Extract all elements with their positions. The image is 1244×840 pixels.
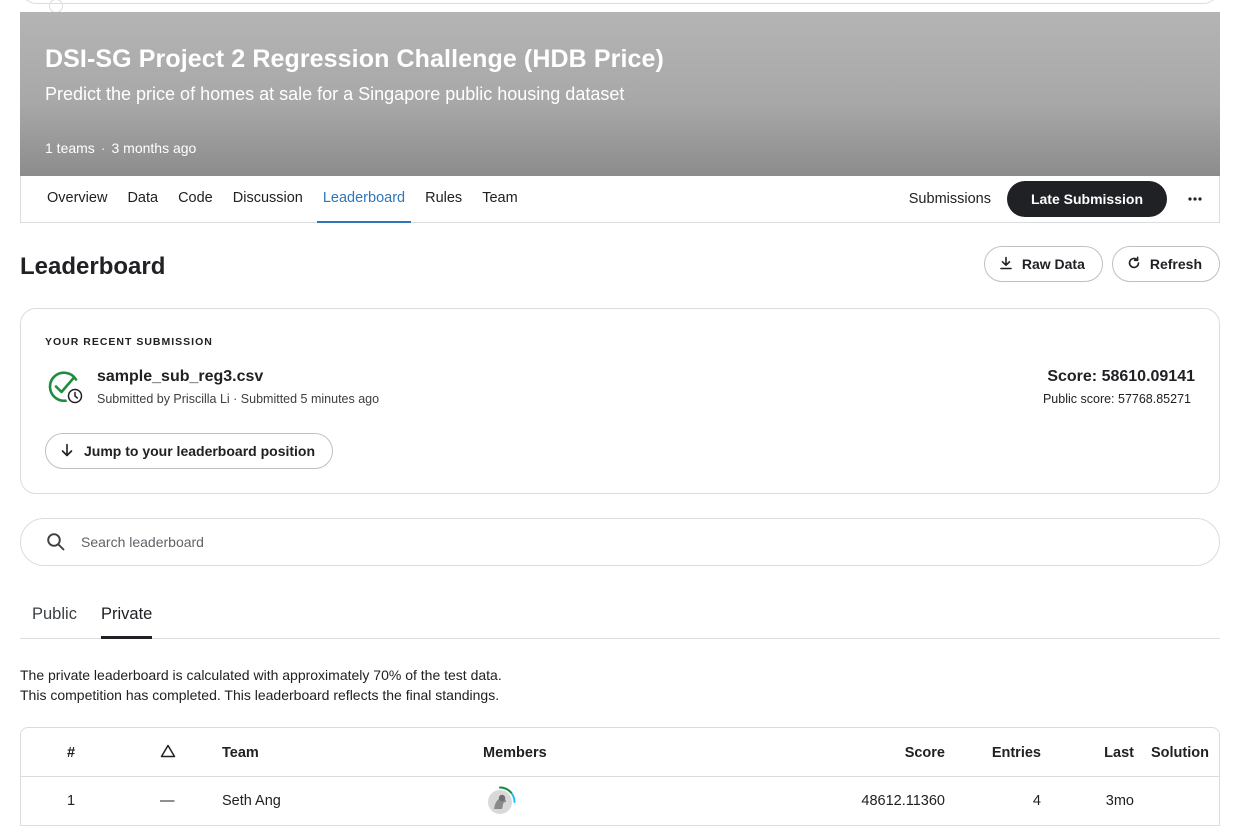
row-team[interactable]: Seth Ang bbox=[222, 793, 281, 809]
recent-submission-label: YOUR RECENT SUBMISSION bbox=[45, 336, 213, 348]
refresh-icon bbox=[1127, 256, 1141, 273]
triangle-icon bbox=[160, 744, 176, 758]
refresh-label: Refresh bbox=[1149, 256, 1202, 272]
meta-separator: · bbox=[100, 140, 106, 156]
arrow-down-icon bbox=[60, 443, 74, 460]
more-horizontal-icon[interactable] bbox=[1183, 187, 1207, 211]
top-search-bar[interactable] bbox=[20, 0, 1220, 13]
row-rank: 1 bbox=[67, 793, 76, 809]
raw-data-button[interactable]: Raw Data bbox=[983, 246, 1103, 282]
submissions-link[interactable]: Submissions bbox=[909, 191, 991, 207]
submission-filename[interactable]: sample_sub_reg3.csv bbox=[97, 368, 263, 386]
leaderboard-note: The private leaderboard is calculated wi… bbox=[20, 665, 502, 705]
submission-meta: Submitted by Priscilla Li · Submitted 5 … bbox=[97, 392, 380, 406]
tab-public[interactable]: Public bbox=[32, 605, 77, 624]
row-last: 3mo bbox=[1105, 793, 1134, 809]
raw-data-label: Raw Data bbox=[1021, 256, 1085, 272]
table-row[interactable]: 1 — Seth Ang 48612.11360 4 3mo bbox=[21, 777, 1219, 826]
tab-team[interactable]: Team bbox=[472, 176, 527, 222]
avatar[interactable] bbox=[483, 785, 517, 819]
competition-meta: 1 teams · 3 months ago bbox=[45, 140, 196, 156]
competition-nav: Overview Data Code Discussion Leaderboar… bbox=[20, 176, 1220, 223]
row-score: 48612.11360 bbox=[861, 793, 945, 809]
note-line-2: This competition has completed. This lea… bbox=[20, 687, 500, 703]
row-delta: — bbox=[160, 793, 175, 809]
leaderboard-actions: Raw Data Refresh bbox=[983, 246, 1220, 282]
submission-public-score: Public score: 57768.85271 bbox=[1042, 392, 1191, 406]
leaderboard-search bbox=[20, 518, 1220, 566]
header-rank: # bbox=[67, 745, 76, 761]
jump-label: Jump to your leaderboard position bbox=[84, 443, 316, 459]
page-title: Leaderboard bbox=[20, 253, 166, 280]
refresh-button[interactable]: Refresh bbox=[1111, 246, 1220, 282]
nav-tabs: Overview Data Code Discussion Leaderboar… bbox=[21, 176, 528, 223]
tab-private[interactable]: Private bbox=[101, 605, 153, 639]
check-circle-clock-icon bbox=[46, 367, 86, 407]
team-count: 1 teams bbox=[45, 140, 95, 156]
competition-subtitle: Predict the price of homes at sale for a… bbox=[45, 84, 625, 104]
tab-discussion[interactable]: Discussion bbox=[223, 176, 313, 222]
leaderboard-table: # Team Members Score Entries Last Soluti… bbox=[20, 727, 1220, 826]
competition-age: 3 months ago bbox=[111, 140, 197, 156]
leaderboard-tabs: Public Private bbox=[20, 596, 1220, 639]
header-members: Members bbox=[483, 745, 547, 761]
header-score: Score bbox=[904, 745, 945, 761]
late-submission-button[interactable]: Late Submission bbox=[1006, 181, 1167, 217]
search-input[interactable] bbox=[81, 534, 1161, 550]
header-last: Last bbox=[1104, 745, 1134, 761]
header-entries: Entries bbox=[991, 745, 1041, 761]
header-team: Team bbox=[222, 745, 259, 761]
row-entries: 4 bbox=[1032, 793, 1041, 809]
competition-title: DSI-SG Project 2 Regression Challenge (H… bbox=[45, 45, 664, 73]
nav-actions: Submissions Late Submission bbox=[909, 181, 1207, 217]
header-solution: Solution bbox=[1151, 745, 1209, 761]
tab-overview[interactable]: Overview bbox=[21, 176, 117, 222]
submission-score: Score: 58610.09141 bbox=[1047, 368, 1195, 385]
tab-rules[interactable]: Rules bbox=[415, 176, 472, 222]
table-header: # Team Members Score Entries Last Soluti… bbox=[21, 728, 1219, 777]
download-icon bbox=[999, 256, 1013, 273]
jump-to-position-button[interactable]: Jump to your leaderboard position bbox=[45, 433, 334, 469]
tab-data[interactable]: Data bbox=[117, 176, 168, 222]
search-icon bbox=[46, 532, 66, 552]
tab-code[interactable]: Code bbox=[168, 176, 223, 222]
recent-submission-card: YOUR RECENT SUBMISSION sample_sub_reg3.c… bbox=[20, 308, 1220, 494]
competition-header: DSI-SG Project 2 Regression Challenge (H… bbox=[20, 12, 1220, 176]
note-line-1: The private leaderboard is calculated wi… bbox=[20, 667, 502, 683]
tab-leaderboard[interactable]: Leaderboard bbox=[313, 176, 415, 223]
